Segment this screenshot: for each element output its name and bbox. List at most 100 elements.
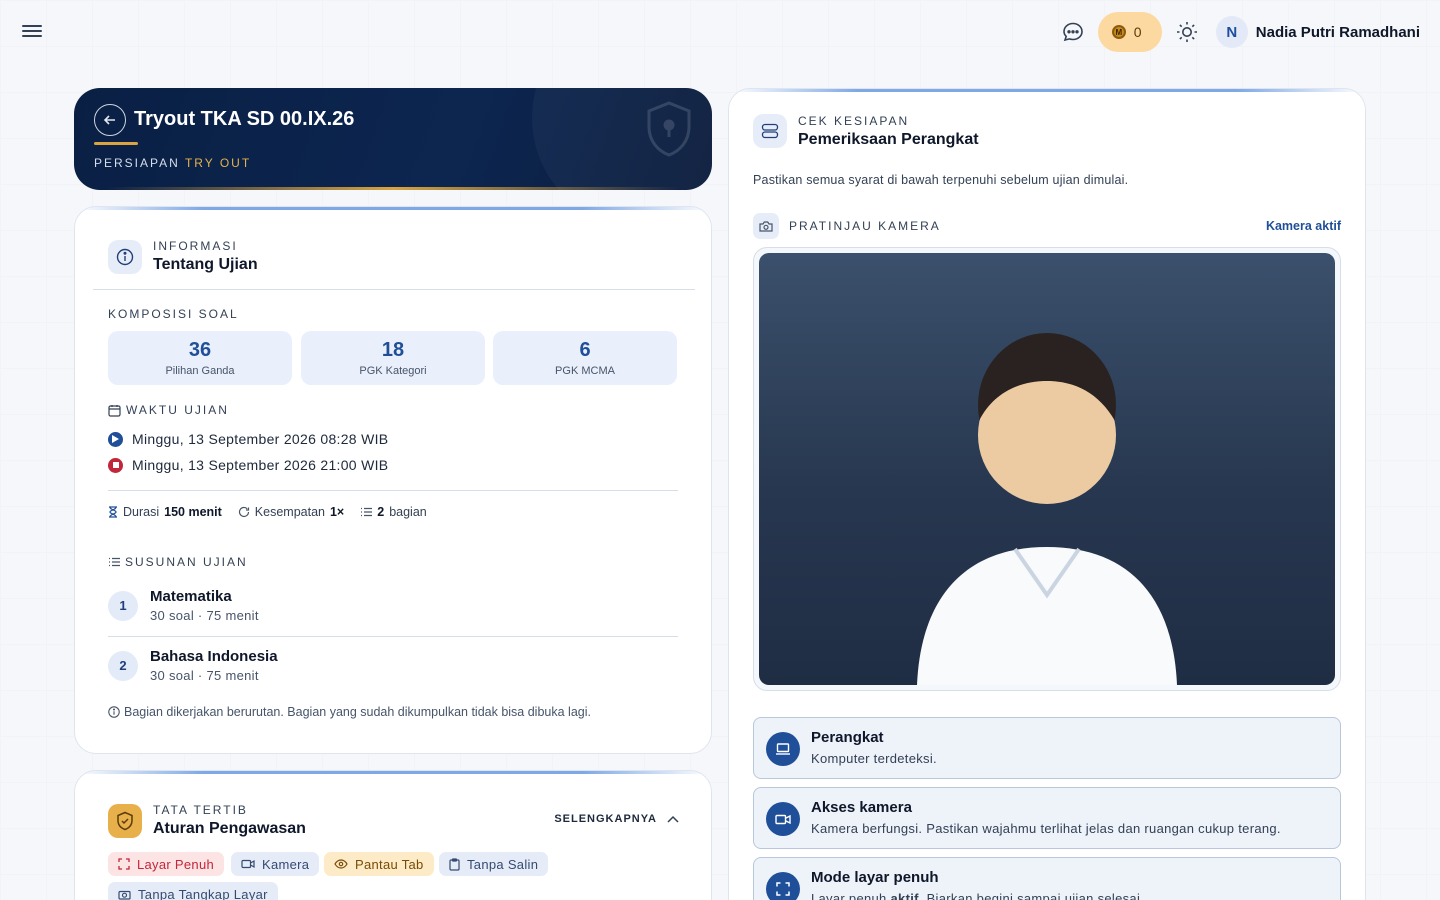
duration: Durasi 150 menit xyxy=(108,505,222,519)
start-time: Minggu, 13 September 2026 08:28 WIB xyxy=(132,431,389,447)
shield-lock-icon xyxy=(644,100,694,163)
end-time: Minggu, 13 September 2026 21:00 WIB xyxy=(132,457,389,473)
video-icon xyxy=(766,802,800,836)
readiness-intro: Pastikan semua syarat di bawah terpenuhi… xyxy=(753,173,1129,187)
parts-count: 2 bagian xyxy=(360,505,427,519)
show-more-button[interactable]: SELENGKAPNYA xyxy=(554,813,679,825)
info-icon xyxy=(108,240,142,274)
part-name: Bahasa Indonesia xyxy=(150,648,278,665)
rule-chip-tab-monitor: Pantau Tab xyxy=(324,852,434,876)
parts-suffix: bagian xyxy=(389,505,427,519)
stat-number: 6 xyxy=(579,339,591,361)
chat-icon[interactable] xyxy=(1056,15,1090,49)
time-section-label: WAKTU UJIAN xyxy=(108,403,229,417)
server-icon xyxy=(753,114,787,148)
coin-icon: M xyxy=(1111,25,1126,39)
exam-info-card: INFORMASI Tentang Ujian KOMPOSISI SOAL 3… xyxy=(74,206,712,754)
chip-label: Tanpa Salin xyxy=(467,856,539,872)
fullscreen-icon xyxy=(118,858,130,870)
check-desc: Kamera berfungsi. Pastikan wajahmu terli… xyxy=(811,821,1281,836)
camera-feed xyxy=(759,253,1335,685)
eye-icon xyxy=(334,859,348,869)
camera-label-text: PRATINJAU KAMERA xyxy=(789,219,941,233)
check-fullscreen: Mode layar penuh Layar penuh aktif. Biar… xyxy=(753,857,1341,900)
rules-title: Aturan Pengawasan xyxy=(153,820,306,837)
composition-label: KOMPOSISI SOAL xyxy=(108,307,239,321)
check-title: Perangkat xyxy=(811,729,884,746)
hero-subtitle-prefix: PERSIAPAN xyxy=(94,156,180,170)
part-detail: 30 soal · 75 menit xyxy=(150,608,259,623)
structure-section-label: SUSUNAN UJIAN xyxy=(108,555,248,569)
exam-meta: Durasi 150 menit Kesempatan 1× 2 bagian xyxy=(108,505,427,519)
order-note: Bagian dikerjakan berurutan. Bagian yang… xyxy=(108,705,591,719)
top-bar-actions: M 0 N Nadia Putri Ramadhani xyxy=(1056,12,1420,52)
page-title: Tryout TKA SD 00.IX.26 xyxy=(134,108,355,130)
readiness-title: Pemeriksaan Perangkat xyxy=(798,131,979,148)
readiness-card: CEK KESIAPAN Pemeriksaan Perangkat Pasti… xyxy=(728,88,1366,900)
list-item: 2 Bahasa Indonesia 30 soal · 75 menit xyxy=(108,648,278,683)
stat-pilihan-ganda: 36 Pilihan Ganda xyxy=(108,331,292,385)
check-title: Akses kamera xyxy=(811,799,912,816)
rule-chip-fullscreen: Layar Penuh xyxy=(108,852,225,876)
info-icon xyxy=(108,706,120,718)
rules-header: TATA TERTIB Aturan Pengawasan xyxy=(153,803,306,838)
divider xyxy=(108,490,678,491)
arrow-left-icon xyxy=(103,115,115,125)
chip-label: Tanpa Tangkap Layar xyxy=(138,886,268,900)
part-number: 2 xyxy=(108,650,138,681)
list-icon xyxy=(109,557,120,567)
stop-icon xyxy=(108,457,123,473)
stat-label: Pilihan Ganda xyxy=(165,365,235,377)
user-name[interactable]: Nadia Putri Ramadhani xyxy=(1256,24,1420,41)
part-detail: 30 soal · 75 menit xyxy=(150,668,259,683)
stat-pgk-kategori: 18 PGK Kategori xyxy=(301,331,485,385)
stat-number: 18 xyxy=(381,339,405,361)
check-device: Perangkat Komputer terdeteksi. xyxy=(753,717,1341,779)
attempts-prefix: Kesempatan xyxy=(254,505,325,519)
menu-icon[interactable] xyxy=(22,22,42,42)
duration-prefix: Durasi xyxy=(123,505,160,519)
fullscreen-icon xyxy=(766,872,800,900)
stat-number: 36 xyxy=(188,339,212,361)
theme-toggle-sun-icon[interactable] xyxy=(1170,15,1204,49)
chevron-up-icon xyxy=(667,815,679,823)
avatar[interactable]: N xyxy=(1215,16,1248,48)
chip-label: Kamera xyxy=(262,856,310,872)
check-desc-prefix: Layar penuh xyxy=(811,891,887,900)
attempts-value: 1× xyxy=(329,505,345,519)
rules-eyebrow: TATA TERTIB xyxy=(153,803,248,817)
list-icon xyxy=(361,507,373,517)
part-number: 1 xyxy=(108,590,138,621)
info-title: Tentang Ujian xyxy=(153,256,258,273)
order-note-text: Bagian dikerjakan berurutan. Bagian yang… xyxy=(124,705,591,719)
stat-label: PGK Kategori xyxy=(359,365,427,377)
show-more-label: SELENGKAPNYA xyxy=(554,813,657,825)
back-button[interactable] xyxy=(94,104,126,136)
start-time-row: Minggu, 13 September 2026 08:28 WIB xyxy=(108,431,388,447)
camera-off-icon xyxy=(118,890,131,900)
structure-label-text: SUSUNAN UJIAN xyxy=(125,555,248,569)
coin-balance-pill[interactable]: M 0 xyxy=(1097,12,1162,52)
hourglass-icon xyxy=(109,506,117,518)
check-desc: Komputer terdeteksi. xyxy=(811,751,937,766)
camera-preview-label: PRATINJAU KAMERA xyxy=(753,213,941,239)
calendar-icon xyxy=(108,404,121,417)
clipboard-icon xyxy=(449,857,460,871)
check-desc-suffix: . Biarkan begini sampai ujian selesai. xyxy=(918,891,1145,900)
rules-card: TATA TERTIB Aturan Pengawasan SELENGKAPN… xyxy=(74,770,712,900)
shield-check-icon xyxy=(108,804,142,838)
hero-subtitle-accent: TRY OUT xyxy=(184,156,252,170)
stat-pgk-mcma: 6 PGK MCMA xyxy=(493,331,677,385)
person-silhouette xyxy=(917,333,1177,685)
chip-label: Layar Penuh xyxy=(137,856,215,872)
rule-chip-camera: Kamera xyxy=(231,852,320,876)
video-icon xyxy=(241,859,255,869)
top-bar: M 0 N Nadia Putri Ramadhani xyxy=(0,0,1440,64)
divider xyxy=(108,636,678,637)
camera-preview xyxy=(753,247,1341,691)
parts-value: 2 xyxy=(377,505,385,519)
info-eyebrow: INFORMASI xyxy=(153,239,238,253)
hero-subtitle: PERSIAPAN TRY OUT xyxy=(94,156,251,170)
coin-count: 0 xyxy=(1133,24,1142,40)
time-label-text: WAKTU UJIAN xyxy=(126,403,229,417)
